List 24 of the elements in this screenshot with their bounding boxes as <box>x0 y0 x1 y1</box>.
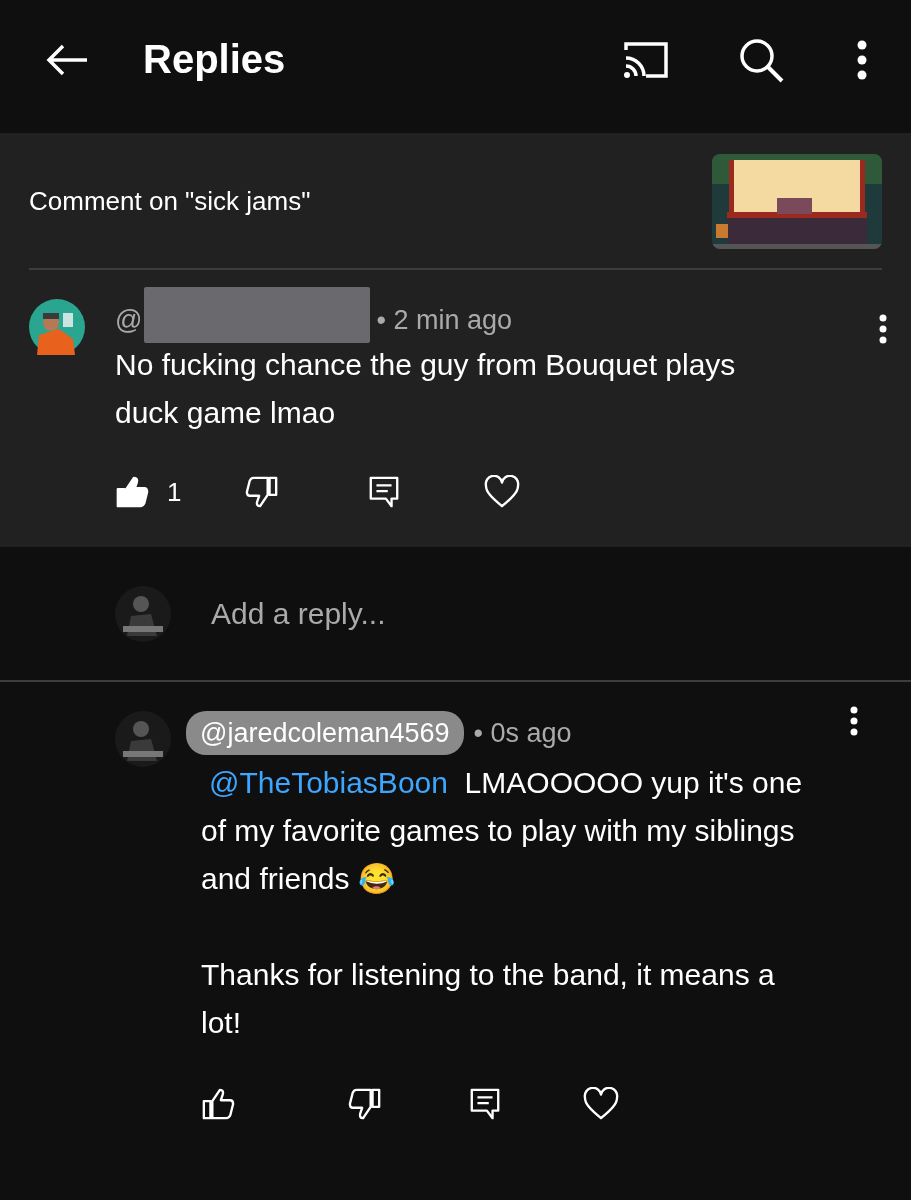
mention-link[interactable]: @TheTobiasBoon <box>209 766 448 799</box>
author-name[interactable]: @ <box>115 304 143 336</box>
like-icon[interactable] <box>115 475 149 509</box>
page-title: Replies <box>143 37 286 82</box>
comment-time: • 2 min ago <box>376 304 512 336</box>
reply-icon[interactable] <box>468 1087 502 1121</box>
comment-context: Comment on "sick jams" <box>29 186 311 217</box>
heart-icon[interactable] <box>483 475 522 509</box>
reply-text: Thanks for listening to the band, it means a lot! <box>201 957 776 1041</box>
back-icon[interactable] <box>45 43 89 76</box>
heart-icon[interactable] <box>582 1087 620 1121</box>
more-icon[interactable] <box>849 706 859 736</box>
like-count: 1 <box>167 476 182 508</box>
reply-input[interactable]: Add a reply... <box>211 596 711 631</box>
search-icon[interactable] <box>738 36 784 83</box>
reply-time: • 0s ago <box>473 717 572 749</box>
cast-icon[interactable] <box>622 39 670 80</box>
dislike-icon[interactable] <box>348 1087 382 1121</box>
reply-text: @TheTobiasBoon LMAOOOOO yup it's one of my favorite games to play with my siblings and friends 😂 <box>201 765 804 897</box>
more-icon[interactable] <box>878 314 888 344</box>
more-icon[interactable] <box>856 39 868 80</box>
dislike-icon[interactable] <box>245 475 280 509</box>
comment-text: No fucking chance the guy from Bouquet plays duck game lmao <box>115 347 737 431</box>
like-icon[interactable] <box>201 1087 235 1121</box>
